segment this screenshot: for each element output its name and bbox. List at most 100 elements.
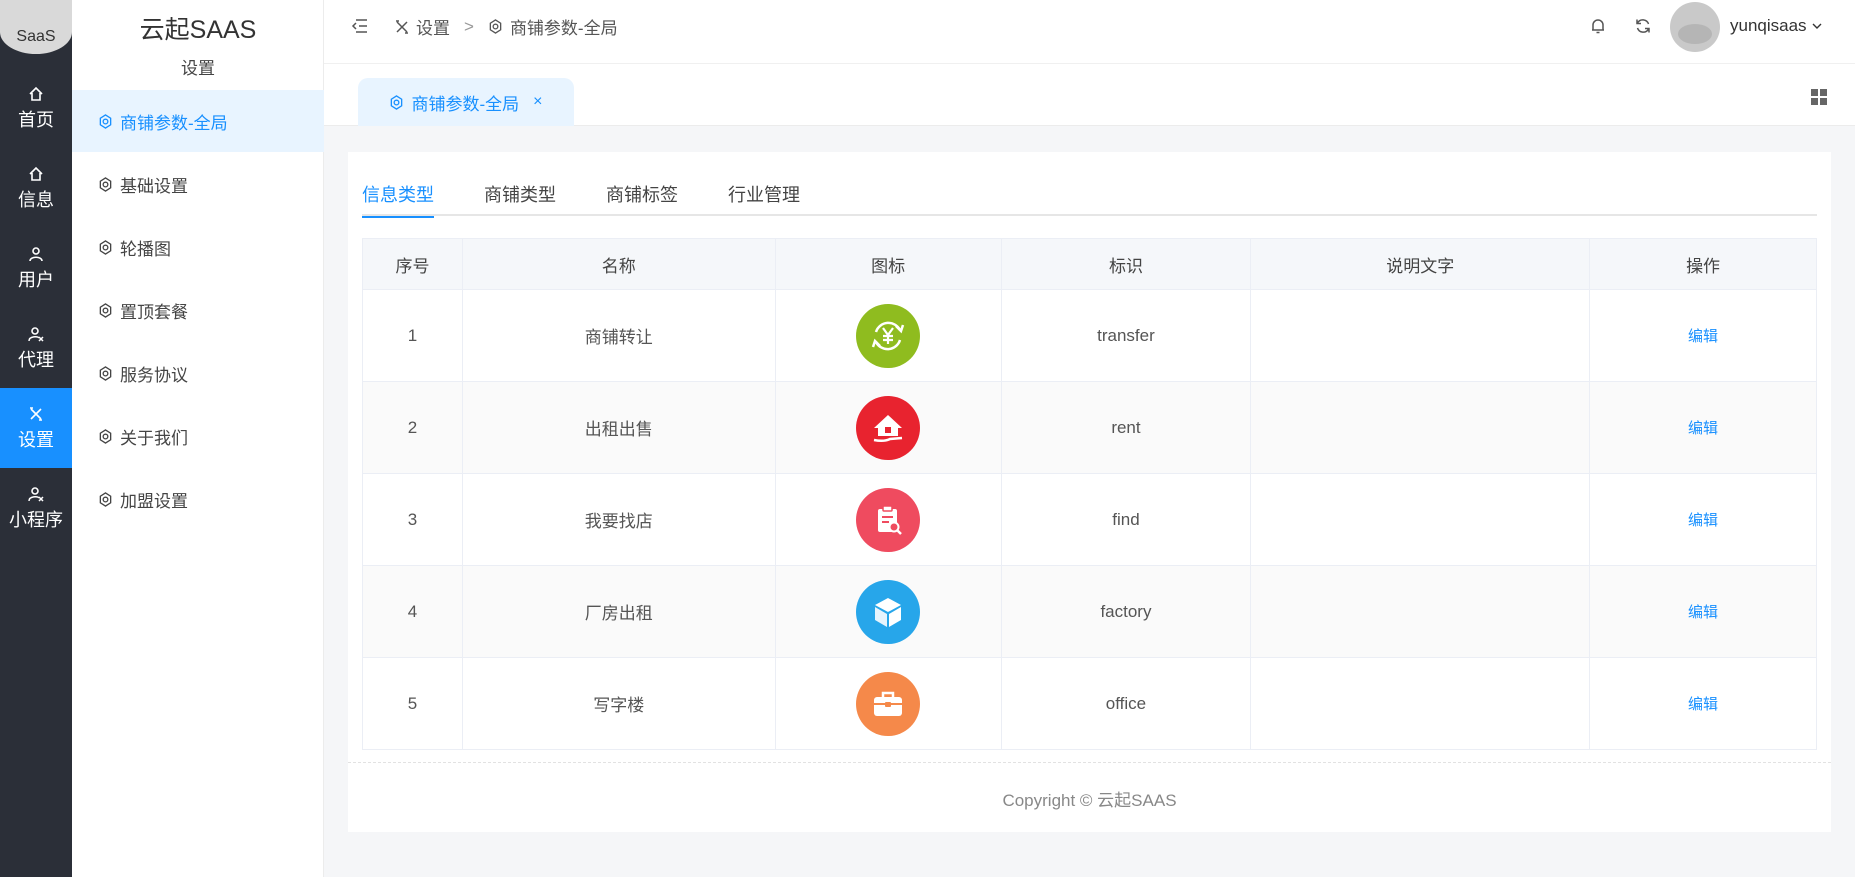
sidebar-item-label: 服务协议 bbox=[120, 365, 188, 385]
cell-desc bbox=[1250, 381, 1591, 474]
edit-button[interactable]: 编辑 bbox=[1688, 328, 1718, 345]
cell-icon bbox=[774, 657, 1002, 750]
sidebar-item-agreement[interactable]: 服务协议 bbox=[72, 342, 324, 404]
column-header: 图标 bbox=[774, 238, 1002, 290]
gear-icon bbox=[98, 239, 114, 255]
tab-shop-params[interactable]: 商铺参数-全局 × bbox=[358, 78, 574, 126]
rail-item-miniapp[interactable]: 小程序 bbox=[0, 468, 72, 548]
sidebar-item-about[interactable]: 关于我们 bbox=[72, 405, 324, 467]
gear-icon bbox=[98, 491, 114, 507]
cell-name: 我要找店 bbox=[461, 473, 776, 566]
rail-item-label: 信息 bbox=[18, 189, 54, 210]
gear-icon bbox=[98, 302, 114, 318]
cell-no: 4 bbox=[362, 565, 463, 658]
cell-key: transfer bbox=[1000, 289, 1252, 382]
sidebar-item-franchise[interactable]: 加盟设置 bbox=[72, 468, 324, 530]
tab-label: 商铺参数-全局 bbox=[411, 94, 520, 114]
cube-icon bbox=[856, 579, 921, 644]
table-header-row: 序号 名称 图标 标识 说明文字 操作 bbox=[362, 238, 1817, 290]
sidebar-item-pin-package[interactable]: 置顶套餐 bbox=[72, 279, 324, 341]
refresh-icon[interactable] bbox=[1633, 16, 1655, 38]
house-hand-icon bbox=[856, 395, 921, 460]
clipboard-search-icon bbox=[856, 487, 921, 552]
cell-name: 写字楼 bbox=[461, 657, 776, 750]
column-header: 操作 bbox=[1589, 238, 1817, 290]
app-logo: SaaS bbox=[0, 0, 72, 68]
edit-button[interactable]: 编辑 bbox=[1688, 604, 1718, 621]
user-menu[interactable]: yunqisaas bbox=[1730, 16, 1824, 36]
table-row: 3 我要找店 find 编辑 bbox=[362, 473, 1817, 566]
breadcrumb: 设置 > 商铺参数-全局 bbox=[394, 14, 618, 39]
user-icon bbox=[27, 245, 45, 263]
sidebar-item-basic[interactable]: 基础设置 bbox=[72, 153, 324, 215]
username-label: yunqisaas bbox=[1730, 16, 1807, 35]
cell-name: 商铺转让 bbox=[461, 289, 776, 382]
rail-item-home[interactable]: 首页 bbox=[0, 68, 72, 148]
cell-no: 1 bbox=[362, 289, 463, 382]
edit-button[interactable]: 编辑 bbox=[1688, 512, 1718, 529]
grid-menu-icon[interactable] bbox=[1810, 88, 1828, 106]
cell-desc bbox=[1250, 565, 1591, 658]
info-type-table: 序号 名称 图标 标识 说明文字 操作 1 商铺转让 transfer 编辑 2… bbox=[362, 238, 1817, 750]
rail-item-agent[interactable]: 代理 bbox=[0, 308, 72, 388]
tab-industry[interactable]: 行业管理 bbox=[728, 172, 800, 216]
cell-no: 2 bbox=[362, 381, 463, 474]
cell-action: 编辑 bbox=[1589, 657, 1817, 750]
tools-icon bbox=[394, 19, 410, 35]
breadcrumb-item[interactable]: 设置 bbox=[416, 14, 450, 39]
sidebar-item-label: 关于我们 bbox=[120, 428, 188, 448]
home-icon bbox=[27, 165, 45, 183]
tab-shop-tag[interactable]: 商铺标签 bbox=[606, 172, 678, 216]
rail-item-info[interactable]: 信息 bbox=[0, 148, 72, 228]
cell-desc bbox=[1250, 289, 1591, 382]
cell-no: 5 bbox=[362, 657, 463, 750]
edit-button[interactable]: 编辑 bbox=[1688, 696, 1718, 713]
gear-icon bbox=[98, 176, 114, 192]
rail-item-settings[interactable]: 设置 bbox=[0, 388, 72, 468]
table-row: 2 出租出售 rent 编辑 bbox=[362, 381, 1817, 474]
avatar[interactable] bbox=[1670, 2, 1720, 52]
gear-icon bbox=[98, 428, 114, 444]
gear-icon bbox=[389, 94, 405, 110]
cell-no: 3 bbox=[362, 473, 463, 566]
cell-key: factory bbox=[1000, 565, 1252, 658]
sidebar-item-shop-params[interactable]: 商铺参数-全局 bbox=[72, 90, 324, 152]
exchange-yen-icon bbox=[856, 303, 921, 368]
cell-key: rent bbox=[1000, 381, 1252, 474]
cloud-logo-icon: SaaS bbox=[0, 0, 72, 54]
column-header: 标识 bbox=[1000, 238, 1252, 290]
briefcase-icon bbox=[856, 671, 921, 736]
rail-item-label: 小程序 bbox=[9, 509, 63, 530]
cell-icon bbox=[774, 381, 1002, 474]
sidebar-item-label: 基础设置 bbox=[120, 176, 188, 196]
table-row: 1 商铺转让 transfer 编辑 bbox=[362, 289, 1817, 382]
cell-action: 编辑 bbox=[1589, 473, 1817, 566]
logo-text: SaaS bbox=[16, 28, 56, 45]
rail-item-label: 代理 bbox=[18, 349, 54, 370]
cell-key: find bbox=[1000, 473, 1252, 566]
column-header: 序号 bbox=[362, 238, 463, 290]
tab-info-type[interactable]: 信息类型 bbox=[362, 172, 434, 218]
gear-icon bbox=[98, 365, 114, 381]
tools-icon bbox=[27, 405, 45, 423]
sidebar-item-label: 商铺参数-全局 bbox=[120, 113, 228, 133]
sidebar-item-label: 置顶套餐 bbox=[120, 302, 188, 322]
tab-shop-type[interactable]: 商铺类型 bbox=[484, 172, 556, 216]
rail-item-users[interactable]: 用户 bbox=[0, 228, 72, 308]
column-header: 说明文字 bbox=[1250, 238, 1591, 290]
sub-sidebar: 云起SAAS 设置 商铺参数-全局 基础设置 轮播图 置顶套餐 服务协议 关于我… bbox=[72, 0, 324, 877]
breadcrumb-item: 商铺参数-全局 bbox=[509, 19, 618, 38]
top-header: 设置 > 商铺参数-全局 yunqisaas bbox=[324, 0, 1855, 64]
footer-divider bbox=[348, 762, 1831, 763]
edit-button[interactable]: 编辑 bbox=[1688, 420, 1718, 437]
gear-icon bbox=[488, 19, 504, 35]
collapse-menu-icon[interactable] bbox=[350, 16, 372, 38]
bell-icon[interactable] bbox=[1588, 16, 1610, 38]
sidebar-item-carousel[interactable]: 轮播图 bbox=[72, 216, 324, 278]
main-card: 信息类型 商铺类型 商铺标签 行业管理 序号 名称 图标 标识 说明文字 操作 … bbox=[348, 152, 1831, 832]
cell-icon bbox=[774, 565, 1002, 658]
cell-icon bbox=[774, 289, 1002, 382]
cell-key: office bbox=[1000, 657, 1252, 750]
close-icon[interactable]: × bbox=[533, 93, 542, 111]
breadcrumb-separator: > bbox=[464, 16, 474, 36]
